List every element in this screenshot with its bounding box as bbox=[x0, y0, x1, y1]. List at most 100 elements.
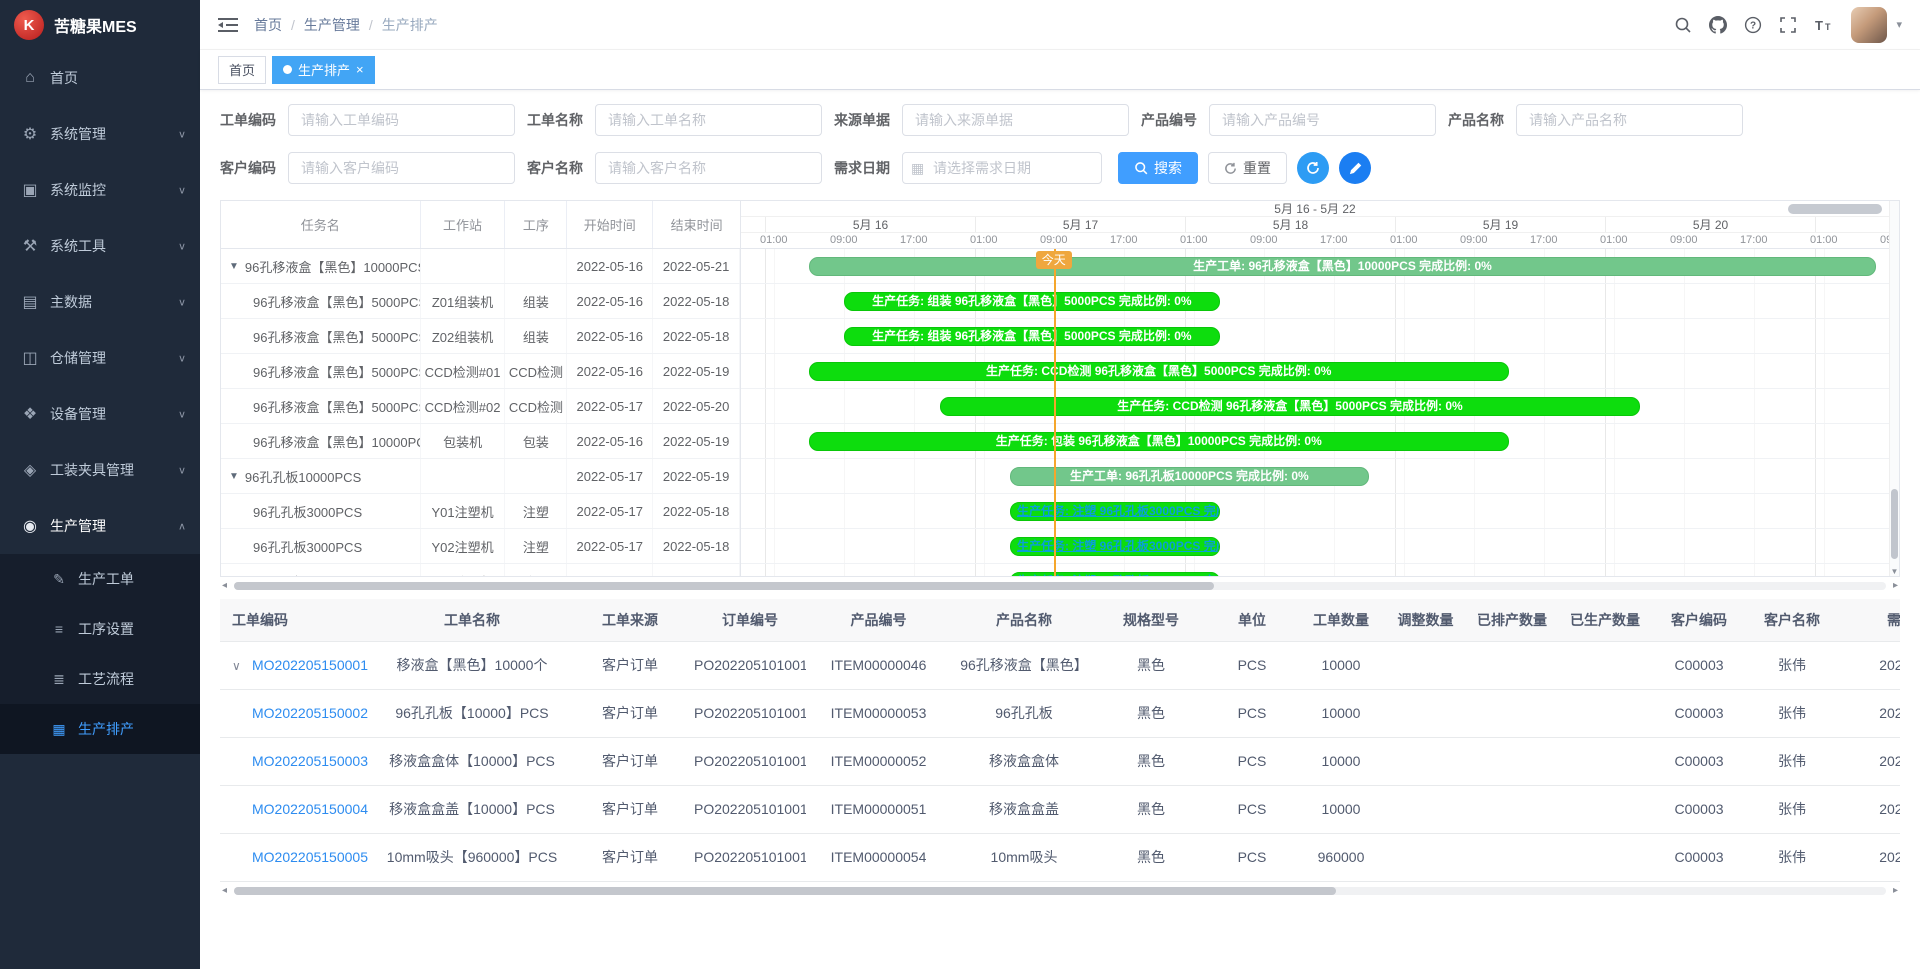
gantt-bar-7[interactable]: 生产任务: 注塑 96孔孔板3000PCS 完成比例: 0% bbox=[1010, 502, 1220, 521]
sidebar-item-system-management[interactable]: ⚙系统管理∨ bbox=[0, 106, 200, 162]
customer-name-input[interactable] bbox=[595, 152, 822, 184]
sidebar-item-production-scheduling[interactable]: ▦生产排产 bbox=[0, 704, 200, 754]
sidebar-item-process-flow[interactable]: ≣工艺流程 bbox=[0, 654, 200, 704]
sidebar-item-system-tools[interactable]: ⚒系统工具∨ bbox=[0, 218, 200, 274]
edit-circle-button[interactable] bbox=[1339, 152, 1371, 184]
gantt-bar-0[interactable]: 生产工单: 96孔移液盒【黑色】10000PCS 完成比例: 0% bbox=[809, 257, 1877, 276]
gantt-bar-8[interactable]: 生产任务: 注塑 96孔孔板3000PCS 完成比例: 0% bbox=[1010, 537, 1220, 556]
orders-row-2[interactable]: MO202205150003移液盒盒体【10000】PCS客户订单PO20220… bbox=[220, 737, 1900, 785]
gantt-hscroll-right-arrow[interactable]: ▸ bbox=[1893, 580, 1898, 591]
order-code-link[interactable]: MO202205150002 bbox=[252, 705, 368, 721]
gantt-task-row-7[interactable]: 96孔孔板3000PCSY01注塑机注塑2022-05-172022-05-18 bbox=[221, 494, 740, 529]
order-cell-unit: PCS bbox=[1205, 737, 1299, 785]
sidebar-item-master-data[interactable]: ▤主数据∨ bbox=[0, 274, 200, 330]
orders-row-4[interactable]: MO20220515000510mm吸头【960000】PCS客户订单PO202… bbox=[220, 833, 1900, 881]
gantt-task-row-8[interactable]: 96孔孔板3000PCSY02注塑机注塑2022-05-172022-05-18 bbox=[221, 529, 740, 564]
gantt-task-row-3[interactable]: 96孔移液盒【黑色】5000PCSCCD检测#01CCD检测2022-05-16… bbox=[221, 354, 740, 389]
gantt-bar-1[interactable]: 生产任务: 组装 96孔移液盒【黑色】5000PCS 完成比例: 0% bbox=[844, 292, 1220, 311]
gantt-task-row-4[interactable]: 96孔移液盒【黑色】5000PCSCCD检测#02CCD检测2022-05-17… bbox=[221, 389, 740, 424]
order-code-link[interactable]: MO202205150005 bbox=[252, 849, 368, 865]
caret-down-icon[interactable]: ▼ bbox=[229, 471, 239, 482]
caret-down-icon[interactable]: ▼ bbox=[229, 261, 239, 272]
gantt-header-scroll-thumb[interactable] bbox=[1788, 204, 1882, 214]
reset-button[interactable]: 重置 bbox=[1208, 152, 1287, 184]
orders-hscroll-left-arrow[interactable]: ◂ bbox=[222, 885, 227, 896]
sidebar-item-home[interactable]: ⌂首页 bbox=[0, 50, 200, 106]
workorder-code-input[interactable] bbox=[288, 104, 515, 136]
demand-date-input[interactable] bbox=[902, 152, 1102, 184]
sidebar-item-production-workorder[interactable]: ✎生产工单 bbox=[0, 554, 200, 604]
gantt-task-row-5[interactable]: 96孔移液盒【黑色】10000PCS包装机包装2022-05-162022-05… bbox=[221, 424, 740, 459]
gantt-vscroll-down-arrow[interactable]: ▼ bbox=[1890, 567, 1899, 576]
sidebar-item-production-management[interactable]: ◉生产管理∧ bbox=[0, 498, 200, 554]
gantt-column-header-2: 工序 bbox=[505, 201, 567, 248]
avatar-caret-down-icon[interactable]: ▾ bbox=[1896, 18, 1902, 31]
order-cell-item_no: ITEM00000052 bbox=[806, 737, 951, 785]
breadcrumb-separator: / bbox=[291, 17, 295, 33]
task-cell-1: 包装 bbox=[505, 424, 567, 458]
sidebar-item-equipment-management[interactable]: ❖设备管理∨ bbox=[0, 386, 200, 442]
sidebar-item-label: 设备管理 bbox=[50, 404, 178, 424]
gantt-task-row-2[interactable]: 96孔移液盒【黑色】5000PCSZ02组装机组装2022-05-162022-… bbox=[221, 319, 740, 354]
help-icon[interactable]: ? bbox=[1744, 16, 1762, 34]
search-icon[interactable] bbox=[1674, 16, 1692, 34]
gantt-bar-5[interactable]: 生产任务: 包装 96孔移液盒【黑色】10000PCS 完成比例: 0% bbox=[809, 432, 1509, 451]
gantt-bar-9[interactable]: 生产任务: 注塑 96孔孔板3000PCS 完成比例: 0% bbox=[1010, 572, 1220, 576]
gantt-task-row-6[interactable]: ▼96孔孔板10000PCS2022-05-172022-05-19 bbox=[221, 459, 740, 494]
fold-menu-icon bbox=[218, 16, 238, 34]
gantt-hscroll-left-arrow[interactable]: ◂ bbox=[222, 580, 227, 591]
gantt-bar-6[interactable]: 生产工单: 96孔孔板10000PCS 完成比例: 0% bbox=[1010, 467, 1369, 486]
row-expand-chevron-icon[interactable]: ∨ bbox=[232, 659, 252, 673]
refresh-circle-button[interactable] bbox=[1297, 152, 1329, 184]
order-cell-spec: 黑色 bbox=[1097, 785, 1205, 833]
sidebar-item-process-settings[interactable]: ≡工序设置 bbox=[0, 604, 200, 654]
task-name: 96孔移液盒【黑色】5000PCS bbox=[253, 327, 420, 346]
tab-close-icon[interactable]: × bbox=[356, 63, 364, 76]
customer-code-input[interactable] bbox=[288, 152, 515, 184]
breadcrumb-item-0[interactable]: 首页 bbox=[254, 15, 282, 35]
product-name-input[interactable] bbox=[1516, 104, 1743, 136]
gantt-hscroll-thumb[interactable] bbox=[234, 582, 1214, 590]
sidebar-item-warehouse-management[interactable]: ◫仓储管理∨ bbox=[0, 330, 200, 386]
task-cell-1: 注塑 bbox=[505, 564, 567, 576]
tab-home[interactable]: 首页 bbox=[218, 56, 266, 84]
gantt-bar-2[interactable]: 生产任务: 组装 96孔移液盒【黑色】5000PCS 完成比例: 0% bbox=[844, 327, 1220, 346]
orders-hscroll-right-arrow[interactable]: ▸ bbox=[1893, 885, 1898, 896]
tab-production-scheduling[interactable]: 生产排产× bbox=[272, 56, 375, 84]
filter-field-source-doc: 来源单据 bbox=[834, 104, 1129, 136]
order-code-link[interactable]: MO202205150004 bbox=[252, 801, 368, 817]
sidebar-collapse-button[interactable] bbox=[218, 16, 238, 34]
task-cell-1: 注塑 bbox=[505, 494, 567, 528]
gantt-task-row-0[interactable]: ▼96孔移液盒【黑色】10000PCS2022-05-162022-05-21 bbox=[221, 249, 740, 284]
filter-label-product-name: 产品名称 bbox=[1448, 110, 1504, 130]
font-size-icon[interactable]: TT bbox=[1814, 16, 1834, 34]
order-code-link[interactable]: MO202205150001 bbox=[252, 657, 368, 673]
order-cell-source: 客户订单 bbox=[566, 641, 694, 689]
sidebar-item-system-monitor[interactable]: ▣系统监控∨ bbox=[0, 162, 200, 218]
github-icon[interactable] bbox=[1709, 16, 1727, 34]
search-button[interactable]: 搜索 bbox=[1118, 152, 1198, 184]
workorder-name-input[interactable] bbox=[595, 104, 822, 136]
task-name-cell: 96孔孔板3000PCS bbox=[221, 529, 421, 563]
source-doc-input[interactable] bbox=[902, 104, 1129, 136]
gantt-task-row-1[interactable]: 96孔移液盒【黑色】5000PCSZ01组装机组装2022-05-162022-… bbox=[221, 284, 740, 319]
user-avatar[interactable] bbox=[1851, 7, 1887, 43]
app-logo[interactable]: K 苦糖果MES bbox=[0, 0, 200, 50]
orders-row-0[interactable]: ∨MO202205150001移液盒【黑色】10000个客户订单PO202205… bbox=[220, 641, 1900, 689]
orders-row-1[interactable]: MO20220515000296孔孔板【10000】PCS客户订单PO20220… bbox=[220, 689, 1900, 737]
order-code-link[interactable]: MO202205150003 bbox=[252, 753, 368, 769]
sidebar-submenu: ✎生产工单≡工序设置≣工艺流程▦生产排产 bbox=[0, 554, 200, 754]
breadcrumb-item-1[interactable]: 生产管理 bbox=[304, 15, 360, 35]
orders-hscroll-thumb[interactable] bbox=[234, 887, 1336, 895]
orders-row-3[interactable]: MO202205150004移液盒盒盖【10000】PCS客户订单PO20220… bbox=[220, 785, 1900, 833]
app-title: 苦糖果MES bbox=[54, 13, 137, 37]
product-code-input[interactable] bbox=[1209, 104, 1436, 136]
sidebar-item-fixture-management[interactable]: ◈工装夹具管理∨ bbox=[0, 442, 200, 498]
gantt-task-row-9[interactable]: 96孔孔板3000PCSY03注塑机注塑2022-05-172022-05-18 bbox=[221, 564, 740, 576]
task-cell-2: 2022-05-16 bbox=[567, 424, 653, 458]
gantt-vscroll-thumb[interactable] bbox=[1891, 489, 1898, 559]
gantt-bar-3[interactable]: 生产任务: CCD检测 96孔移液盒【黑色】5000PCS 完成比例: 0% bbox=[809, 362, 1509, 381]
fullscreen-icon[interactable] bbox=[1779, 16, 1797, 34]
gantt-panel: 任务名工作站工序开始时间结束时间 ▼96孔移液盒【黑色】10000PCS2022… bbox=[220, 200, 1900, 577]
gantt-bar-4[interactable]: 生产任务: CCD检测 96孔移液盒【黑色】5000PCS 完成比例: 0% bbox=[940, 397, 1640, 416]
